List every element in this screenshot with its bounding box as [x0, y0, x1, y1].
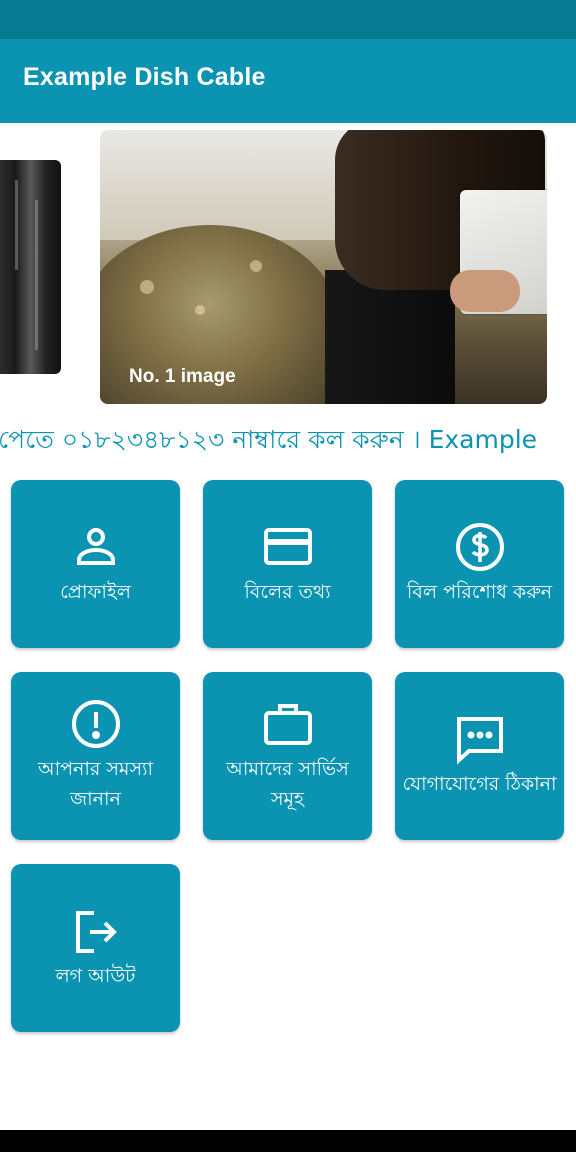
navigation-bar [0, 1130, 576, 1152]
app-title: Example Dish Cable [23, 63, 266, 91]
credit-card-icon [263, 528, 312, 565]
tile-label: আমাদের সার্ভিস সমূহ [226, 758, 349, 810]
current-slide-image[interactable]: No. 1 image [100, 130, 547, 404]
person-with-laptop [305, 130, 547, 404]
tile-label: আপনার সমস্যা জানান [37, 758, 154, 810]
pay-bill-tile[interactable]: বিল পরিশোধ করুন [395, 480, 564, 648]
profile-tile[interactable]: প্রোফাইল [11, 480, 180, 648]
slide-caption: No. 1 image [129, 366, 236, 387]
our-services-tile[interactable]: আমাদের সার্ভিস সমূহ [203, 672, 372, 840]
tile-label: বিলের তথ্য [244, 581, 331, 603]
tile-label: লগ আউট [55, 965, 136, 987]
alert-circle-icon [71, 700, 120, 748]
dollar-circle-icon [455, 523, 504, 571]
briefcase-icon [263, 704, 312, 745]
bill-info-tile[interactable]: বিলের তথ্য [203, 480, 372, 648]
logout-icon [75, 911, 117, 953]
scrolling-notice: পেতে ০১৮২৩৪৮১২৩ নাম্বারে কল করুন । Examp… [0, 425, 538, 454]
report-problem-tile[interactable]: আপনার সমস্যা জানান [11, 672, 180, 840]
person-icon [76, 528, 115, 565]
tile-label: যোগাযোগের ঠিকানা [402, 773, 557, 795]
previous-slide-image[interactable] [0, 160, 61, 374]
tile-label: বিল পরিশোধ করুন [406, 581, 553, 603]
message-icon [456, 717, 503, 765]
image-slider[interactable]: No. 1 image [0, 123, 576, 413]
tile-label: প্রোফাইল [60, 581, 131, 603]
app-bar: Example Dish Cable [0, 39, 576, 123]
logout-tile[interactable]: লগ আউট [11, 864, 180, 1032]
contact-address-tile[interactable]: যোগাযোগের ঠিকানা [395, 672, 564, 840]
status-bar [0, 0, 576, 39]
